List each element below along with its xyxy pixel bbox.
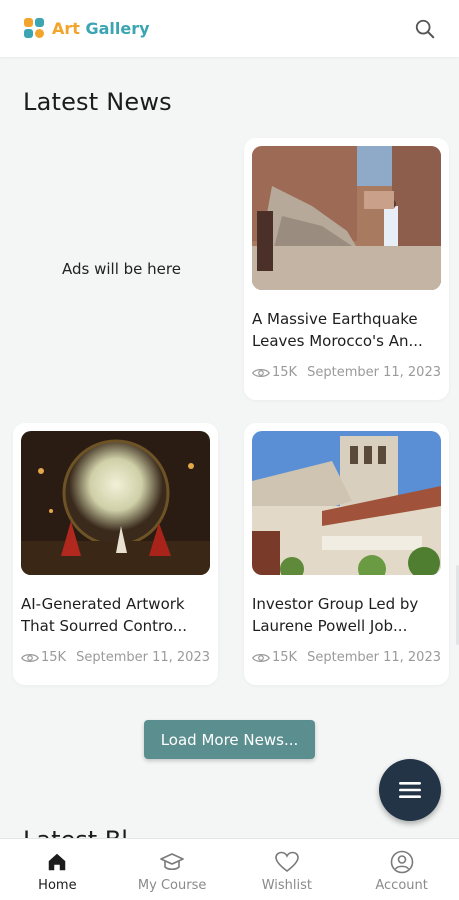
- news-title-line1: A Massive Earthquake: [252, 310, 418, 328]
- view-count-value: 15K: [272, 650, 298, 665]
- news-title-line2: Laurene Powell Job...: [252, 617, 408, 635]
- news-title-line2: Leaves Morocco's An...: [252, 332, 423, 350]
- view-count: 15K: [252, 365, 297, 380]
- nav-item-home[interactable]: Home: [0, 839, 115, 900]
- nav-label: Home: [38, 878, 77, 893]
- news-title[interactable]: Investor Group Led by Laurene Powell Job…: [252, 593, 441, 637]
- app-name-part2: Gallery: [85, 19, 150, 38]
- news-image-earthquake: [252, 146, 441, 290]
- nav-label: Account: [375, 878, 428, 893]
- nav-label: My Course: [137, 878, 207, 893]
- publish-date: September 11, 2023: [76, 650, 210, 665]
- home-icon: [45, 850, 69, 874]
- ad-placeholder-text: Ads will be here: [62, 260, 181, 278]
- app-name-part1: Art: [52, 19, 80, 38]
- section-title-latest-news: Latest News: [23, 88, 172, 116]
- graduation-cap-icon: [160, 850, 184, 874]
- view-count-value: 15K: [41, 650, 67, 665]
- news-card-investor-group[interactable]: Investor Group Led by Laurene Powell Job…: [244, 423, 449, 685]
- news-image-art-institute: [252, 431, 441, 575]
- publish-date: September 11, 2023: [307, 650, 441, 665]
- view-count: 15K: [21, 650, 66, 665]
- news-card-ai-artwork[interactable]: AI-Generated Artwork That Sourred Contro…: [13, 423, 218, 685]
- app-logo[interactable]: Art Gallery: [24, 17, 150, 40]
- news-meta: 15K September 11, 2023: [252, 650, 441, 665]
- eye-icon: [252, 653, 270, 662]
- eye-icon: [252, 368, 270, 377]
- search-icon: [415, 19, 435, 38]
- eye-icon: [21, 653, 39, 662]
- menu-icon: [399, 782, 421, 798]
- news-title[interactable]: AI-Generated Artwork That Sourred Contro…: [21, 593, 210, 637]
- news-meta: 15K September 11, 2023: [21, 650, 210, 665]
- news-image-ai-artwork: [21, 431, 210, 575]
- menu-fab-button[interactable]: [379, 759, 441, 821]
- nav-label: Wishlist: [261, 878, 313, 893]
- publish-date: September 11, 2023: [307, 365, 441, 380]
- nav-item-wishlist[interactable]: Wishlist: [230, 839, 345, 900]
- news-card-earthquake[interactable]: A Massive Earthquake Leaves Morocco's An…: [244, 138, 449, 400]
- nav-item-account[interactable]: Account: [344, 839, 459, 900]
- view-count-value: 15K: [272, 365, 298, 380]
- news-title-line2: That Sourred Contro...: [21, 617, 188, 635]
- user-circle-icon: [390, 850, 414, 874]
- bottom-navigation: Home My Course Wishlist Account: [0, 838, 459, 900]
- news-title-line1: Investor Group Led by: [252, 595, 419, 613]
- news-meta: 15K September 11, 2023: [252, 365, 441, 380]
- app-header: Art Gallery: [0, 0, 459, 57]
- search-button[interactable]: [411, 15, 439, 43]
- heart-icon: [275, 850, 299, 874]
- load-more-news-button[interactable]: Load More News...: [144, 720, 315, 759]
- view-count: 15K: [252, 650, 297, 665]
- ad-placeholder: Ads will be here: [13, 138, 230, 400]
- nav-item-my-course[interactable]: My Course: [115, 839, 230, 900]
- news-title-line1: AI-Generated Artwork: [21, 595, 185, 613]
- news-title[interactable]: A Massive Earthquake Leaves Morocco's An…: [252, 308, 441, 352]
- app-name: Art Gallery: [52, 19, 150, 38]
- app-screen: Art Gallery Latest News Ads will be here: [0, 0, 459, 900]
- logo-icon: [24, 17, 46, 40]
